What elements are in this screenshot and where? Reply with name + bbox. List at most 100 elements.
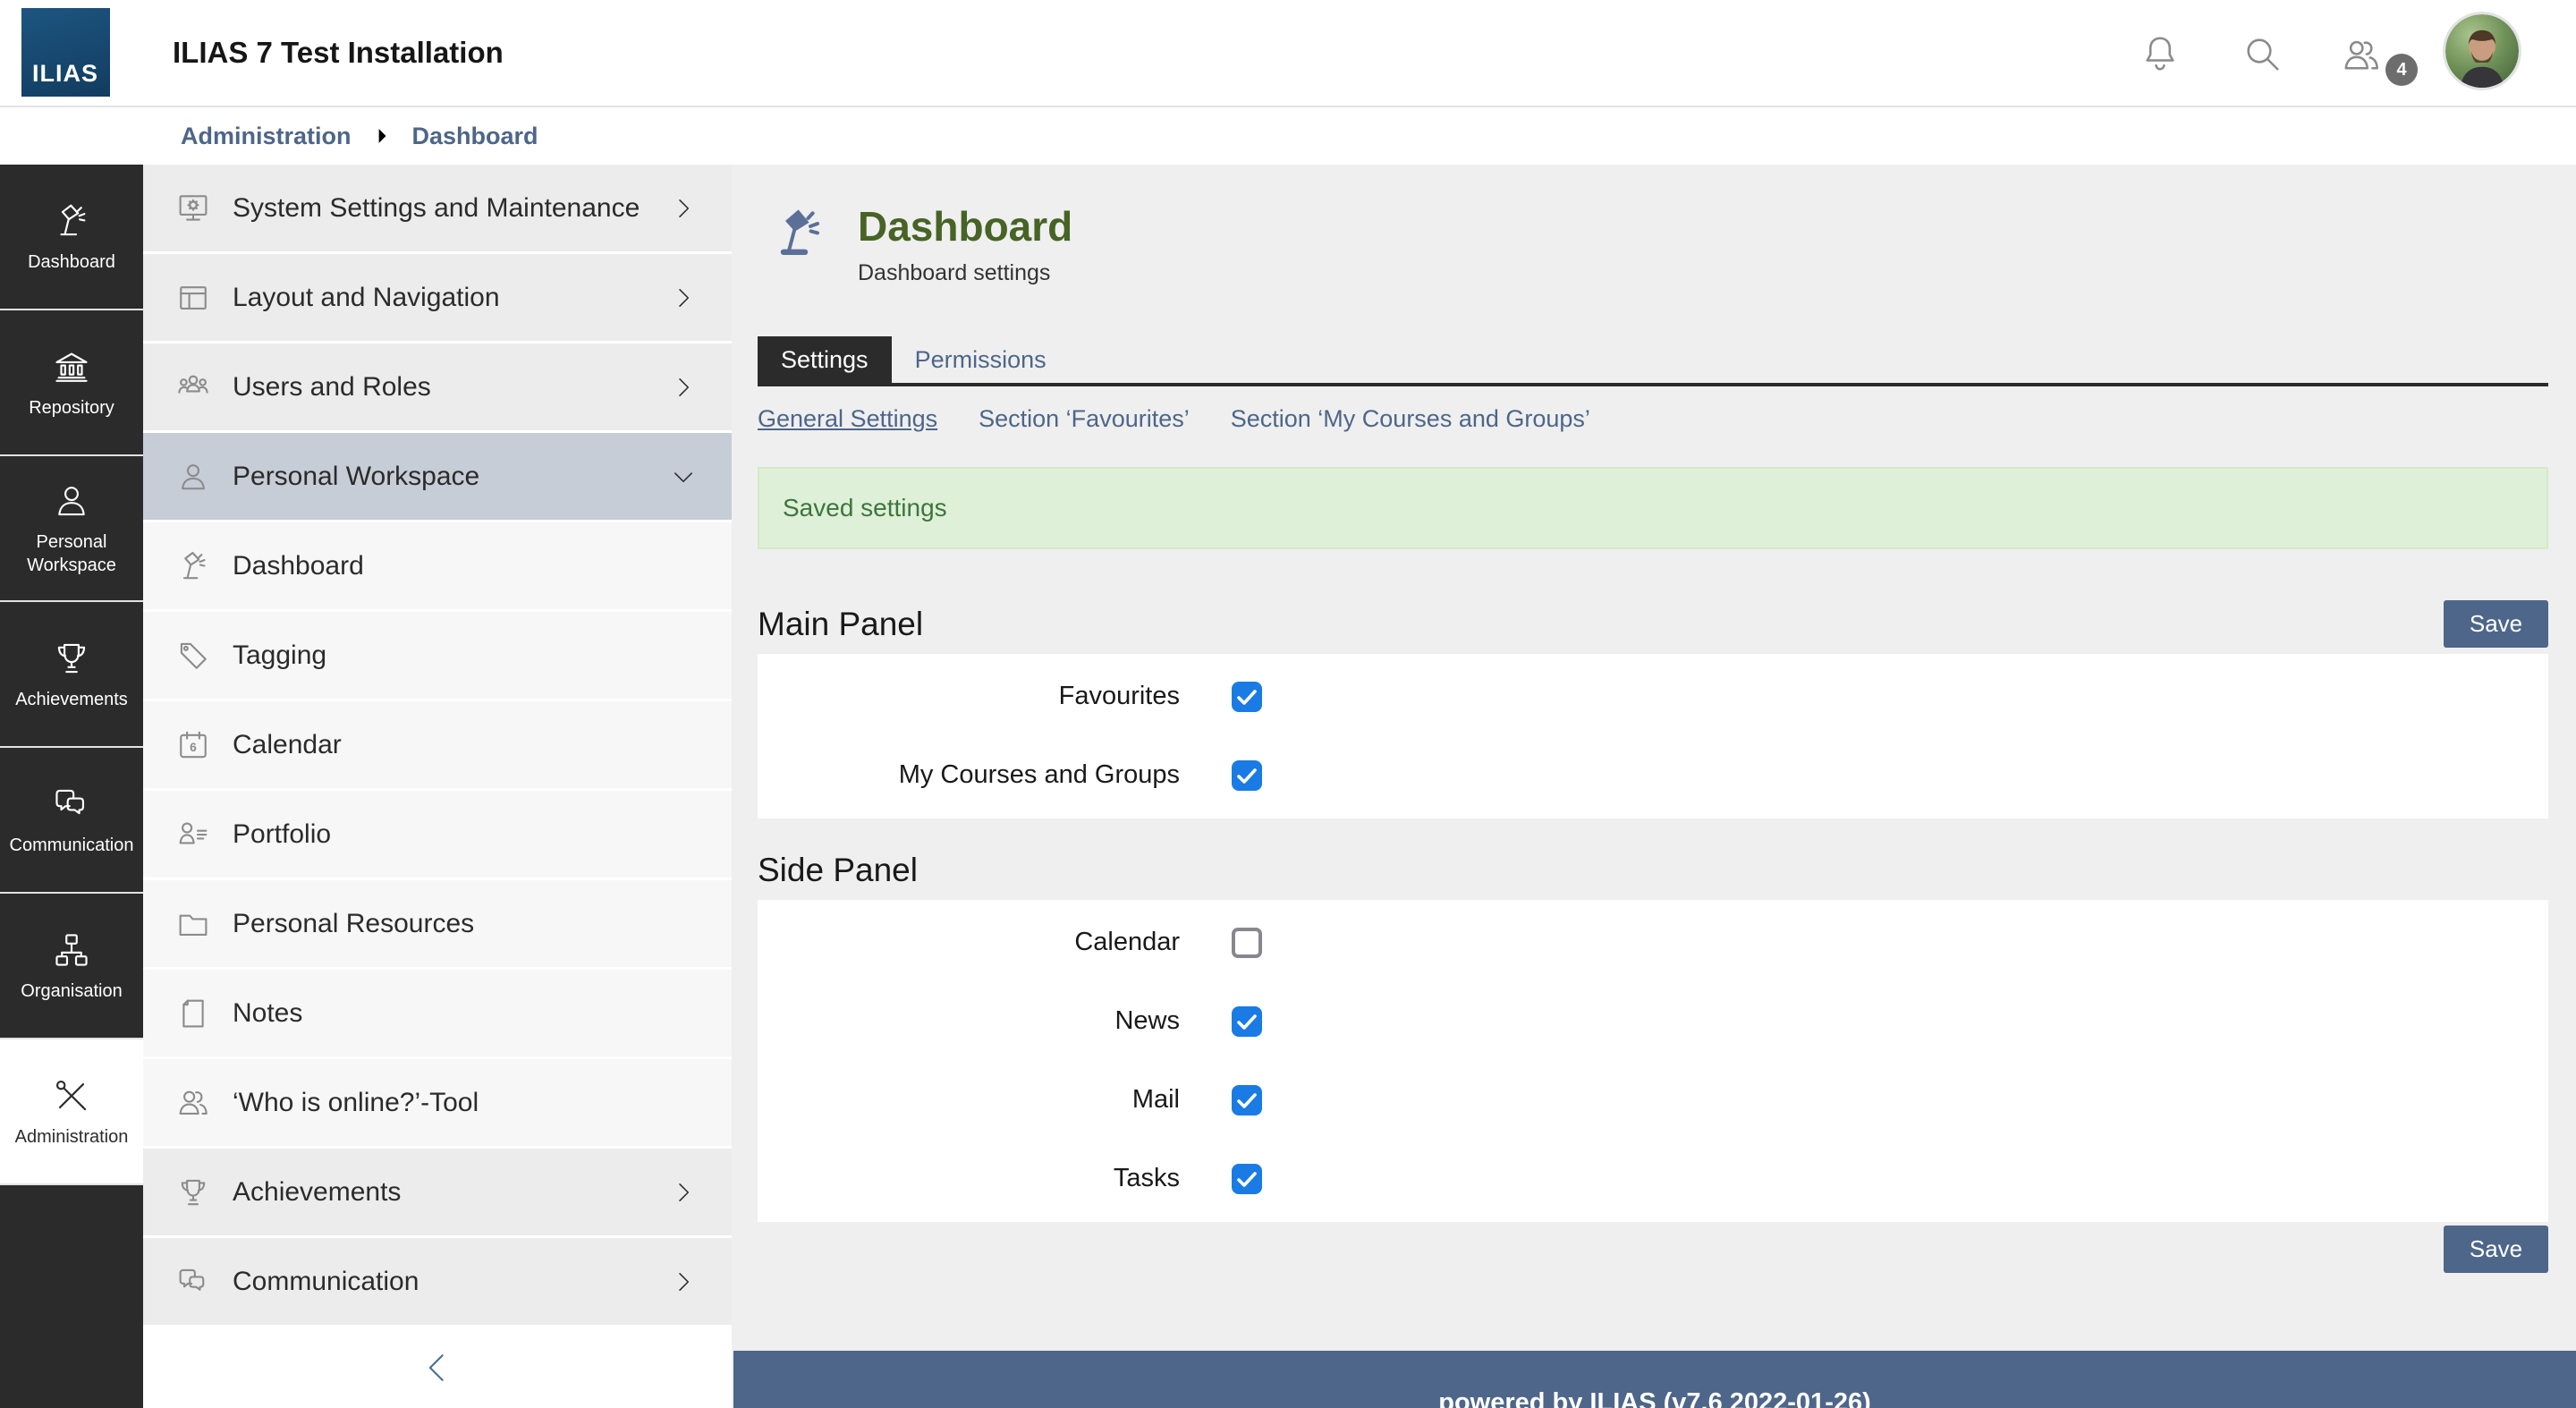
subtab-general-settings[interactable]: General Settings — [758, 405, 937, 433]
form-row-tasks: Tasks — [758, 1140, 2548, 1218]
section-header-main-panel: Main PanelSave — [758, 599, 2548, 649]
online-users-button[interactable] — [2340, 34, 2383, 77]
tab-bar: SettingsPermissions — [758, 336, 2548, 386]
form-row-calendar: Calendar — [758, 903, 2548, 982]
lamp-icon — [51, 200, 92, 242]
field-label: Favourites — [758, 682, 1180, 711]
svg-text:6: 6 — [190, 740, 197, 753]
search-button[interactable] — [2241, 32, 2284, 75]
sidebar-item-personal-resources[interactable]: Personal Resources — [143, 880, 732, 967]
sidebar-item-users-and-roles[interactable]: Users and Roles — [143, 344, 732, 430]
trophy-icon — [175, 1175, 211, 1210]
sidebar-item-dashboard[interactable]: Dashboard — [143, 522, 732, 609]
admin-sidebar: System Settings and MaintenanceLayout an… — [143, 165, 732, 1408]
sidebar-item-system-settings-and-maintenance[interactable]: System Settings and Maintenance — [143, 165, 732, 251]
note-icon — [175, 996, 211, 1031]
sidebar-item-layout-and-navigation[interactable]: Layout and Navigation — [143, 254, 732, 341]
sidebar-item-notes[interactable]: Notes — [143, 970, 732, 1056]
dashboard-lamp-icon — [770, 204, 827, 261]
chevron-right-icon — [671, 375, 696, 400]
rail-item-organisation[interactable]: Organisation — [0, 894, 143, 1039]
rail-item-personal-workspace[interactable]: Personal Workspace — [0, 456, 143, 602]
subtab-bar: General Settings Section ‘Favourites’ Sect… — [758, 404, 2548, 435]
sidebar-collapse-area — [143, 1327, 732, 1408]
success-alert-text: Saved settings — [783, 494, 947, 522]
checkbox-favourites[interactable] — [1232, 682, 1262, 712]
bottom-save-row: Save — [758, 1226, 2548, 1273]
ilias-logo[interactable]: ILIAS — [21, 8, 110, 97]
rail-item-label: Dashboard — [22, 250, 121, 274]
rail-item-communication[interactable]: Communication — [0, 748, 143, 894]
users-group-icon — [175, 369, 211, 405]
two-users-icon — [175, 1085, 211, 1121]
section-panel-main-panel: Favourites My Courses and Groups — [758, 654, 2548, 819]
breadcrumb-item-administration[interactable]: Administration — [181, 123, 352, 150]
rail-item-label: Communication — [4, 834, 140, 857]
sidebar-item-label: Portfolio — [233, 819, 331, 850]
rail-item-dashboard[interactable]: Dashboard — [0, 165, 143, 310]
notifications-button[interactable] — [2139, 32, 2182, 75]
success-alert: Saved settings — [758, 467, 2548, 549]
sidebar-item-tagging[interactable]: Tagging — [143, 612, 732, 699]
tab-permissions[interactable]: Permissions — [892, 336, 1070, 383]
sidebar-item-communication[interactable]: Communication — [143, 1238, 732, 1325]
rail-item-repository[interactable]: Repository — [0, 310, 143, 456]
sidebar-item-calendar[interactable]: 6Calendar — [143, 701, 732, 788]
rail-item-achievements[interactable]: Achievements — [0, 602, 143, 748]
ilias-admin-page: ILIAS ILIAS 7 Test Installation 4 Admini… — [0, 0, 2576, 1408]
user-avatar[interactable] — [2443, 12, 2521, 90]
save-button-top[interactable]: Save — [2444, 600, 2548, 648]
powered-by-text: powered by ILIAS (v7.6 2022-01-26) — [733, 1388, 2576, 1408]
sidebar-item-achievements[interactable]: Achievements — [143, 1149, 732, 1235]
rail-item-label: Achievements — [10, 688, 133, 711]
checkbox-news[interactable] — [1232, 1006, 1262, 1037]
chevron-right-icon — [671, 1269, 696, 1294]
subtab-section-my-courses-and-groups[interactable]: Section ‘My Courses and Groups’ — [1231, 405, 1590, 433]
online-users-count-badge: 4 — [2385, 54, 2418, 86]
chat-icon — [175, 1264, 211, 1300]
form-row-news: News — [758, 982, 2548, 1061]
chevron-left-icon — [419, 1343, 455, 1393]
subtab-section-favourites[interactable]: Section ‘Favourites’ — [979, 405, 1190, 433]
sidebar-item-label: Achievements — [233, 1177, 401, 1208]
rail-item-administration[interactable]: Administration — [0, 1039, 143, 1185]
sidebar-item-label: Personal Resources — [233, 909, 474, 939]
checkbox-calendar[interactable] — [1232, 928, 1262, 958]
users-icon — [2340, 34, 2383, 77]
sidebar-item-label: Users and Roles — [233, 372, 431, 403]
sidebar-collapse-button[interactable] — [419, 1343, 455, 1393]
orgchart-icon — [51, 929, 92, 971]
field-label: News — [758, 1006, 1180, 1036]
breadcrumb: Administration Dashboard — [0, 107, 2576, 165]
folder-icon — [175, 906, 211, 942]
page-subtitle: Dashboard settings — [858, 260, 1072, 286]
person-icon — [51, 480, 92, 522]
checkbox-tasks[interactable] — [1232, 1164, 1262, 1194]
sidebar-item-personal-workspace[interactable]: Personal Workspace — [143, 433, 732, 520]
sidebar-item-portfolio[interactable]: Portfolio — [143, 791, 732, 878]
form-row-mail: Mail — [758, 1061, 2548, 1140]
form-row-my-courses-and-groups: My Courses and Groups — [758, 736, 2548, 815]
section-header-side-panel: Side Panel — [758, 845, 2548, 895]
breadcrumb-item-dashboard[interactable]: Dashboard — [412, 123, 538, 150]
portfolio-icon — [175, 817, 211, 852]
main-content: Dashboard Dashboard settings SettingsPer… — [733, 165, 2576, 1351]
section-title: Side Panel — [758, 852, 918, 889]
checkbox-mail[interactable] — [1232, 1085, 1262, 1115]
rail-item-label: Repository — [23, 396, 120, 420]
sidebar-item-label: Notes — [233, 998, 302, 1029]
chat-icon — [51, 784, 92, 825]
checkbox-my-courses-and-groups[interactable] — [1232, 760, 1262, 791]
tools-icon — [51, 1075, 92, 1116]
form-row-favourites: Favourites — [758, 657, 2548, 736]
sidebar-item-label: Communication — [233, 1267, 419, 1297]
calendar-icon: 6 — [175, 727, 211, 763]
sidebar-item-who-is-online-tool[interactable]: ‘Who is online?’-Tool — [143, 1059, 732, 1146]
form-sections: Main PanelSave Favourites My Courses and G… — [758, 599, 2548, 1222]
person-icon — [175, 459, 211, 495]
page-header: Dashboard Dashboard settings — [758, 165, 2548, 286]
lamp-icon — [175, 548, 211, 584]
rail-item-label: Organisation — [15, 980, 127, 1003]
save-button-bottom[interactable]: Save — [2444, 1226, 2548, 1273]
tab-settings[interactable]: Settings — [758, 336, 892, 383]
